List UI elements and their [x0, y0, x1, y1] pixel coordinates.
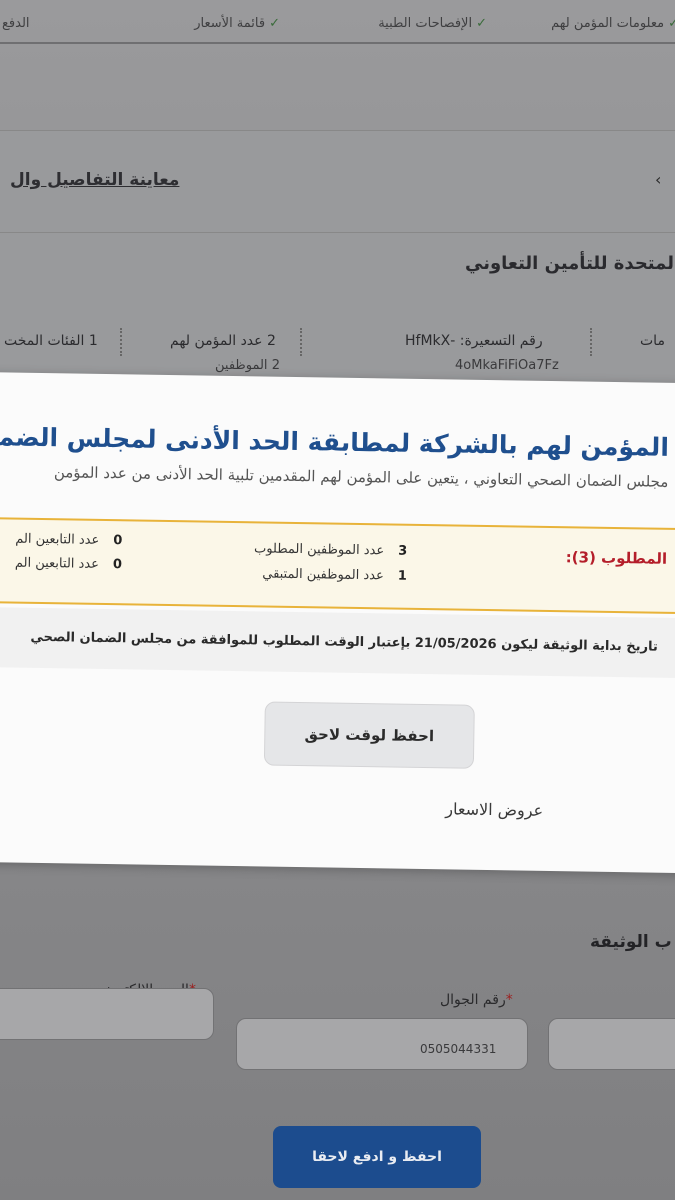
step-medical-disclosures[interactable]: ✓الإفصاحات الطبية [378, 16, 487, 31]
divider [590, 328, 594, 356]
remaining-employees: 1عدد الموظفين المتبقي [262, 566, 407, 584]
divider [0, 232, 675, 233]
step-payment[interactable]: الدفع [2, 16, 30, 31]
step-price-list[interactable]: ✓قائمة الأسعار [194, 16, 280, 31]
categories-count: 1 الفئات المخت [4, 333, 98, 349]
insured-employees: 2 الموظفين [215, 358, 280, 373]
review-details-link[interactable]: معاينة التفاصيل وال [10, 170, 179, 190]
divider [120, 328, 124, 356]
save-and-pay-later-button[interactable]: احفظ و ادفع لاحقا [273, 1126, 481, 1188]
pricing-number-value: 4oMkaFiFiOa7Fz [455, 358, 559, 373]
required-count-label: المطلوب (3): [565, 548, 668, 568]
input-field[interactable] [548, 1018, 675, 1070]
policy-section-title: ب الوثيقة [590, 932, 672, 952]
required-employees: 3عدد الموظفين المطلوب [253, 541, 408, 559]
price-offers-link[interactable]: عروض الاسعار [445, 799, 543, 820]
pricing-number-label: رقم التسعيرة: -HfMkX [405, 333, 543, 349]
check-icon: ✓ [476, 16, 487, 31]
step-insured-info[interactable]: ✓معلومات المؤمن لهم [551, 16, 675, 31]
company-name: المتحدة للتأمين التعاوني [465, 253, 675, 274]
email-field[interactable] [0, 988, 214, 1040]
check-icon: ✓ [269, 16, 280, 31]
insured-count: 2 عدد المؤمن لهم [170, 333, 276, 349]
left-edge-text: مات [640, 333, 665, 349]
mobile-label: *رقم الجوال [440, 992, 513, 1008]
save-for-later-button[interactable]: احفظ لوقت لاحق [263, 701, 475, 769]
progress-stepper: ✓معلومات المؤمن لهم ✓الإفصاحات الطبية ✓ق… [0, 8, 675, 44]
check-icon: ✓ [668, 16, 675, 31]
remaining-dependents: 0عدد التابعين الم [14, 555, 123, 573]
divider [300, 328, 304, 356]
modal-title: المؤمن لهم بالشركة لمطابقة الحد الأدنى ل… [0, 420, 670, 462]
required-dependents: 0عدد التابعين الم [15, 531, 123, 549]
minimum-requirement-modal: المؤمن لهم بالشركة لمطابقة الحد الأدنى ل… [0, 372, 675, 874]
modal-subtitle: مجلس الضمان الصحي التعاوني ، يتعين على ا… [53, 463, 669, 491]
chevron-left-icon[interactable]: › [655, 170, 661, 189]
mobile-field-value: 0505044331 [420, 1042, 497, 1056]
